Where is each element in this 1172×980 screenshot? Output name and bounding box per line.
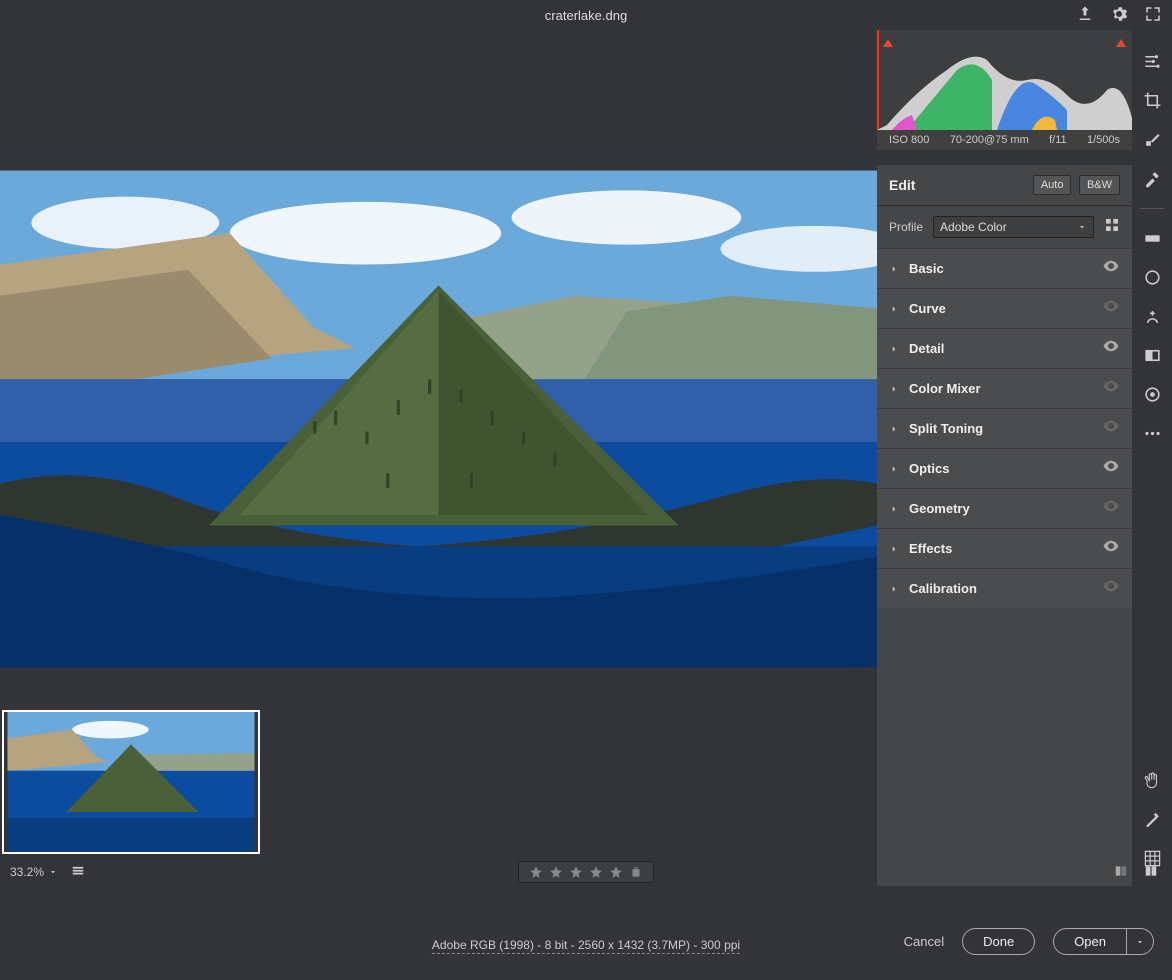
accordion-label: Curve	[909, 301, 946, 316]
magic-wand-icon[interactable]	[1143, 810, 1162, 829]
chevron-right-icon	[889, 544, 899, 554]
compare-view-icon[interactable]	[1112, 864, 1130, 881]
chevron-right-icon	[889, 384, 899, 394]
healing-brush-icon[interactable]	[1143, 130, 1162, 149]
profile-row: Profile Adobe Color	[877, 206, 1132, 248]
done-button[interactable]: Done	[962, 928, 1035, 955]
chevron-right-icon	[889, 504, 899, 514]
visibility-toggle-icon[interactable]	[1102, 257, 1120, 280]
profile-value: Adobe Color	[940, 220, 1007, 234]
zoom-control[interactable]: 33.2%	[10, 865, 58, 879]
image-info-link[interactable]: Adobe RGB (1998) - 8 bit - 2560 x 1432 (…	[432, 938, 740, 954]
chevron-right-icon	[889, 304, 899, 314]
visibility-toggle-icon[interactable]	[1102, 297, 1120, 320]
accordion-curve[interactable]: Curve	[877, 288, 1132, 328]
visibility-toggle-icon[interactable]	[1102, 377, 1120, 400]
edit-panel: ISO 800 70-200@75 mm f/11 1/500s Edit Au…	[877, 30, 1132, 886]
accordion-optics[interactable]: Optics	[877, 448, 1132, 488]
redeye-icon[interactable]	[1143, 385, 1162, 404]
chevron-right-icon	[889, 344, 899, 354]
open-dropdown-button[interactable]	[1127, 928, 1154, 955]
highlight-clip-warning-icon[interactable]	[1115, 37, 1127, 49]
main-image[interactable]	[0, 80, 877, 758]
edit-title: Edit	[889, 177, 915, 193]
export-icon[interactable]	[1076, 5, 1094, 26]
visibility-toggle-icon[interactable]	[1102, 537, 1120, 560]
footer: Adobe RGB (1998) - 8 bit - 2560 x 1432 (…	[0, 916, 1172, 980]
chevron-down-icon	[1077, 222, 1087, 232]
visibility-toggle-icon[interactable]	[1102, 457, 1120, 480]
lens-label: 70-200@75 mm	[950, 134, 1029, 146]
edit-sliders-icon[interactable]	[1143, 52, 1162, 71]
chevron-down-icon	[1135, 937, 1145, 947]
edit-header: Edit Auto B&W	[877, 165, 1132, 206]
accordion-basic[interactable]: Basic	[877, 248, 1132, 288]
accordion-label: Color Mixer	[909, 381, 981, 396]
image-canvas-area: 33.2%	[0, 30, 877, 886]
before-after-icon[interactable]	[1142, 864, 1160, 881]
aperture-label: f/11	[1049, 134, 1067, 146]
auto-button[interactable]: Auto	[1033, 175, 1072, 195]
chevron-right-icon	[889, 424, 899, 434]
accordion-geometry[interactable]: Geometry	[877, 488, 1132, 528]
bw-button[interactable]: B&W	[1079, 175, 1120, 195]
accordion-label: Optics	[909, 461, 949, 476]
more-icon[interactable]	[1143, 424, 1162, 443]
open-button[interactable]: Open	[1053, 928, 1127, 955]
crop-icon[interactable]	[1143, 91, 1162, 110]
profile-label: Profile	[889, 220, 923, 234]
cancel-button[interactable]: Cancel	[904, 934, 944, 949]
star-icon	[589, 865, 603, 879]
radial-gradient-icon[interactable]	[1143, 268, 1162, 287]
gradient-panel-icon[interactable]	[1143, 346, 1162, 365]
accordion-label: Geometry	[909, 501, 970, 516]
profile-browser-icon[interactable]	[1104, 217, 1120, 238]
rating-control[interactable]	[518, 861, 654, 883]
trash-icon	[629, 865, 643, 879]
tool-strip	[1132, 30, 1172, 886]
exif-metadata-row: ISO 800 70-200@75 mm f/11 1/500s	[877, 130, 1132, 150]
accordion-label: Calibration	[909, 581, 977, 596]
visibility-toggle-icon[interactable]	[1102, 497, 1120, 520]
hand-icon[interactable]	[1143, 771, 1162, 790]
list-icon[interactable]	[68, 864, 88, 881]
fullscreen-icon[interactable]	[1144, 5, 1162, 26]
star-icon	[549, 865, 563, 879]
chevron-right-icon	[889, 464, 899, 474]
brush-plus-icon[interactable]	[1143, 307, 1162, 326]
accordion-label: Detail	[909, 341, 944, 356]
accordion-detail[interactable]: Detail	[877, 328, 1132, 368]
bottom-toolbar: 33.2%	[0, 858, 877, 886]
chevron-right-icon	[889, 264, 899, 274]
star-icon	[569, 865, 583, 879]
accordion-label: Effects	[909, 541, 952, 556]
filename-label: craterlake.dng	[545, 8, 627, 23]
iso-label: ISO 800	[889, 134, 929, 146]
accordion-effects[interactable]: Effects	[877, 528, 1132, 568]
chevron-right-icon	[889, 584, 899, 594]
accordion-calibration[interactable]: Calibration	[877, 568, 1132, 608]
accordion-color-mixer[interactable]: Color Mixer	[877, 368, 1132, 408]
separator	[1140, 208, 1164, 209]
histogram[interactable]: ISO 800 70-200@75 mm f/11 1/500s	[877, 30, 1132, 165]
chevron-down-icon	[48, 867, 58, 877]
shutter-label: 1/500s	[1087, 134, 1120, 146]
star-icon	[609, 865, 623, 879]
zoom-value: 33.2%	[10, 865, 44, 879]
eyedropper-icon[interactable]	[1143, 169, 1162, 188]
window-titlebar: craterlake.dng	[0, 0, 1172, 30]
adjustments-accordion: Basic Curve Detail Color Mixer Split Ton	[877, 248, 1132, 886]
shadow-clip-warning-icon[interactable]	[882, 37, 894, 49]
settings-icon[interactable]	[1110, 5, 1128, 26]
linear-gradient-icon[interactable]	[1143, 229, 1162, 248]
profile-select[interactable]: Adobe Color	[933, 216, 1094, 238]
visibility-toggle-icon[interactable]	[1102, 577, 1120, 600]
accordion-split-toning[interactable]: Split Toning	[877, 408, 1132, 448]
visibility-toggle-icon[interactable]	[1102, 337, 1120, 360]
star-icon	[529, 865, 543, 879]
visibility-toggle-icon[interactable]	[1102, 417, 1120, 440]
histogram-graph	[877, 30, 1132, 130]
accordion-label: Split Toning	[909, 421, 983, 436]
accordion-label: Basic	[909, 261, 944, 276]
